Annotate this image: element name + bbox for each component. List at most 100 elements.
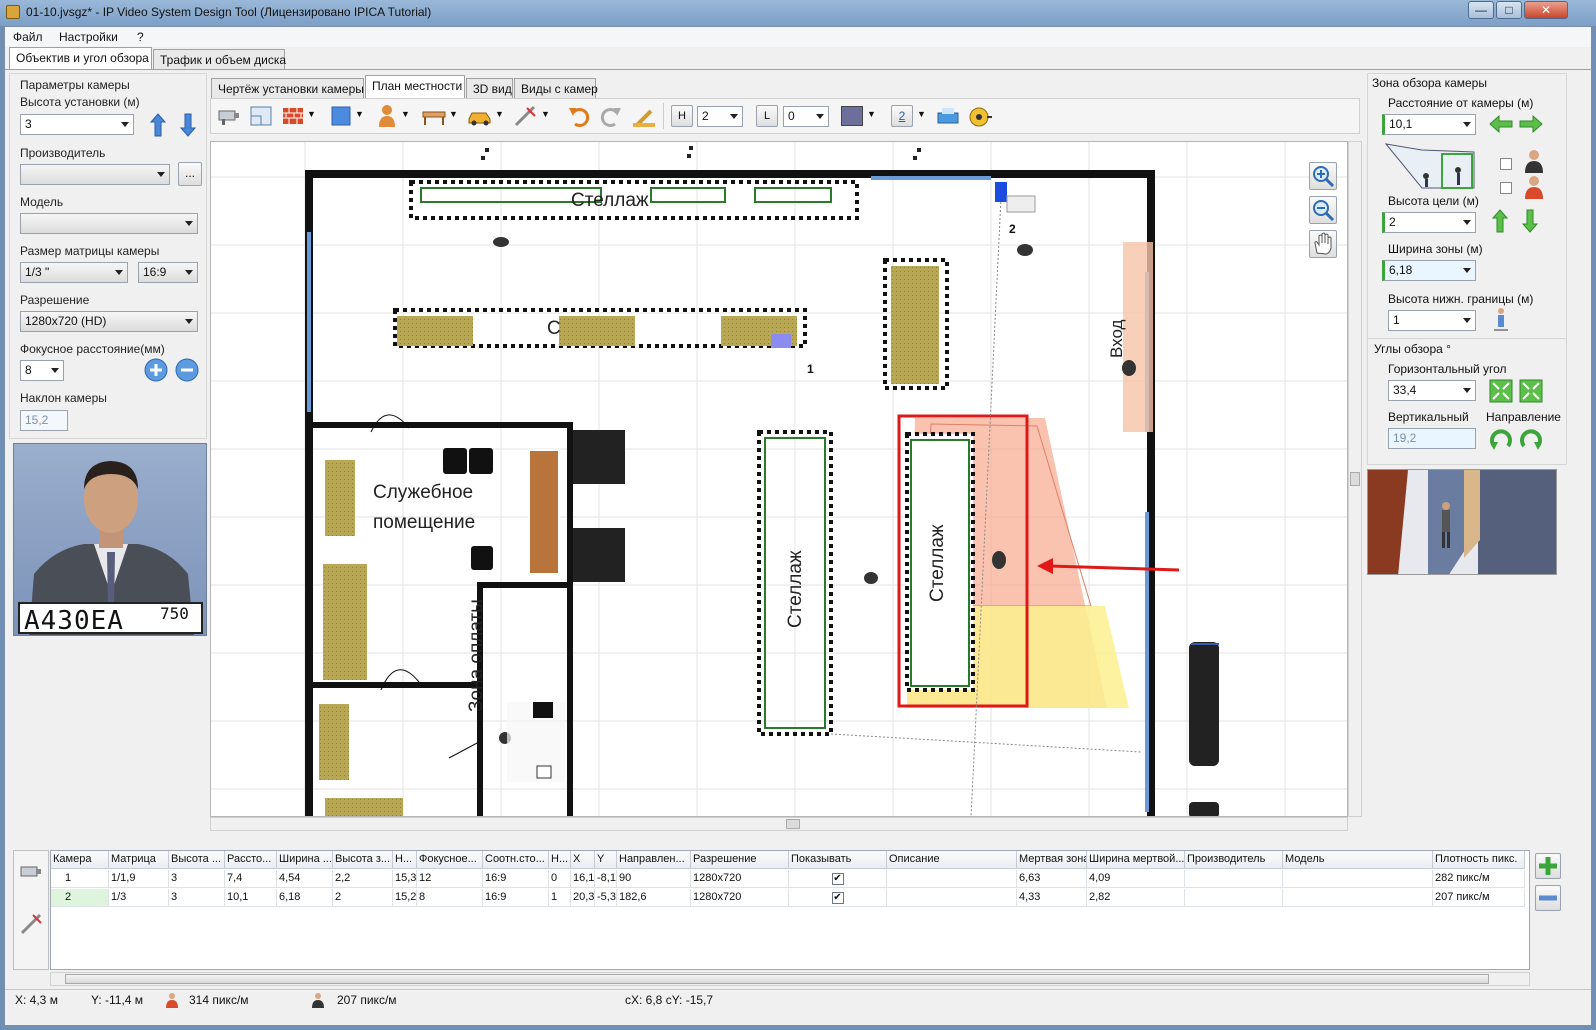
dropdown-arrow-icon[interactable]: ▼	[449, 109, 458, 119]
column-header[interactable]: Мертвая зона	[1017, 851, 1087, 869]
zoom-level-icon[interactable]: 2	[891, 105, 913, 127]
manufacturer-combo[interactable]	[20, 164, 170, 185]
dropdown-arrow-icon[interactable]: ▼	[307, 109, 316, 119]
car-tool-icon[interactable]	[467, 105, 493, 127]
plan-horizontal-scrollbar[interactable]	[210, 817, 1348, 831]
height-combo[interactable]: 3	[20, 114, 134, 135]
wall-tool-icon[interactable]	[281, 105, 305, 127]
column-header[interactable]: X	[571, 851, 595, 869]
person-tool-icon[interactable]	[375, 103, 399, 129]
menu-file[interactable]: Файл	[13, 30, 43, 44]
canvas-zoom-in-button[interactable]	[1309, 162, 1337, 190]
table-cell[interactable]	[1185, 889, 1283, 907]
table-cell[interactable]: 8	[417, 889, 483, 907]
table-cell[interactable]: 6,63	[1017, 870, 1087, 888]
table-cell[interactable]	[1283, 870, 1433, 888]
site-plan-canvas[interactable]: Стеллаж С Служебное помещение Зона оплат…	[210, 141, 1348, 817]
table-cell[interactable]: 15,3	[393, 870, 417, 888]
column-header[interactable]: Матрица	[109, 851, 169, 869]
table-cell[interactable]: 20,3	[571, 889, 595, 907]
height-h-icon[interactable]: H	[671, 105, 693, 127]
maximize-button[interactable]: □	[1496, 1, 1522, 19]
focal-combo[interactable]: 8	[20, 360, 64, 381]
column-header[interactable]: Показывать	[789, 851, 887, 869]
clear-tool-icon[interactable]	[631, 103, 657, 129]
arrow-left-icon[interactable]	[1488, 114, 1514, 134]
table-cell[interactable]: 10,1	[225, 889, 277, 907]
table-cell[interactable]: 1280x720	[691, 889, 789, 907]
dropdown-arrow-icon[interactable]: ▼	[541, 109, 550, 119]
tab-install-drawing[interactable]: Чертёж установки камеры	[211, 78, 364, 99]
zone-width-combo[interactable]: 6,18	[1382, 260, 1476, 281]
table-cell[interactable]: 182,6	[617, 889, 691, 907]
column-header[interactable]: Высота з...	[333, 851, 393, 869]
table-cell[interactable]	[887, 870, 1017, 888]
dropdown-arrow-icon[interactable]: ▼	[867, 109, 876, 119]
floorplan-tool-icon[interactable]	[249, 104, 273, 128]
column-header[interactable]: Производитель	[1185, 851, 1283, 869]
table-cell[interactable]	[1185, 870, 1283, 888]
arrow-up-green-icon[interactable]	[1490, 208, 1510, 234]
scrollbar-thumb[interactable]	[65, 974, 1489, 984]
table-cell[interactable]: 16,1	[571, 870, 595, 888]
measure-list-icon[interactable]	[19, 911, 45, 937]
table-cell[interactable]: ✔	[789, 870, 887, 888]
undo-icon[interactable]	[567, 104, 591, 128]
arrow-up-icon[interactable]	[148, 112, 168, 138]
l-value-combo[interactable]: 0	[783, 106, 829, 127]
menu-help[interactable]: ?	[137, 30, 144, 44]
arrow-down-green-icon[interactable]	[1520, 208, 1540, 234]
distance-combo[interactable]: 10,1	[1382, 114, 1476, 135]
table-cell[interactable]: 16:9	[483, 889, 549, 907]
column-header[interactable]: Н...	[393, 851, 417, 869]
camera-2-label[interactable]: 2	[1009, 222, 1016, 236]
option-checkbox-1[interactable]	[1500, 158, 1512, 170]
tab-3d-view[interactable]: 3D вид	[466, 78, 513, 99]
table-cell[interactable]: 4,09	[1087, 870, 1185, 888]
tab-traffic-disk[interactable]: Трафик и объем диска	[153, 49, 286, 70]
tape-measure-icon[interactable]	[967, 103, 993, 129]
target-height-combo[interactable]: 2	[1382, 212, 1476, 233]
rotate-right-icon[interactable]	[1518, 426, 1544, 452]
column-header[interactable]: Ширина ...	[277, 851, 333, 869]
camera-list-icon[interactable]	[19, 861, 45, 883]
column-header[interactable]: Y	[595, 851, 617, 869]
color-picker-swatch[interactable]	[841, 106, 863, 126]
lower-bound-combo[interactable]: 1	[1388, 310, 1476, 331]
table-cell[interactable]: 3	[169, 870, 225, 888]
column-header[interactable]: Направлен...	[617, 851, 691, 869]
table-horizontal-scrollbar[interactable]	[50, 972, 1530, 986]
table-cell[interactable]: 1280x720	[691, 870, 789, 888]
tab-camera-views[interactable]: Виды с камер	[514, 78, 598, 99]
tab-lens-angle[interactable]: Объектив и угол обзора	[9, 47, 152, 70]
column-header[interactable]: Модель	[1283, 851, 1433, 869]
furniture-tool-icon[interactable]	[421, 105, 447, 127]
add-camera-button[interactable]	[1535, 853, 1561, 879]
table-cell[interactable]: -8,1	[595, 870, 617, 888]
scrollbar-thumb[interactable]	[1350, 472, 1360, 486]
pan-hand-button[interactable]	[1309, 230, 1337, 258]
show-checkbox[interactable]: ✔	[831, 873, 844, 885]
measure-tool-icon[interactable]	[513, 104, 539, 128]
table-cell[interactable]	[887, 889, 1017, 907]
table-cell[interactable]: ✔	[789, 889, 887, 907]
rotate-left-icon[interactable]	[1488, 426, 1514, 452]
column-header[interactable]: Ширина мертвой...	[1087, 851, 1185, 869]
table-cell[interactable]: 2	[51, 889, 109, 907]
table-cell[interactable]: 1	[549, 889, 571, 907]
plan-vertical-scrollbar[interactable]	[1348, 141, 1362, 817]
table-cell[interactable]: 12	[417, 870, 483, 888]
column-header[interactable]: Разрешение	[691, 851, 789, 869]
sensor-combo[interactable]: 1/3 "	[20, 262, 128, 283]
table-cell[interactable]: 2	[333, 889, 393, 907]
print-tool-icon[interactable]	[935, 105, 961, 127]
tab-site-plan[interactable]: План местности	[365, 75, 465, 98]
arrow-right-icon[interactable]	[1518, 114, 1544, 134]
resolution-combo[interactable]: 1280x720 (HD)	[20, 311, 198, 332]
zoom-minus-icon[interactable]	[175, 358, 199, 382]
table-cell[interactable]: 2,2	[333, 870, 393, 888]
show-checkbox[interactable]: ✔	[831, 892, 844, 904]
dropdown-arrow-icon[interactable]: ▼	[401, 109, 410, 119]
column-header[interactable]: Рассто...	[225, 851, 277, 869]
table-cell[interactable]: 4,54	[277, 870, 333, 888]
